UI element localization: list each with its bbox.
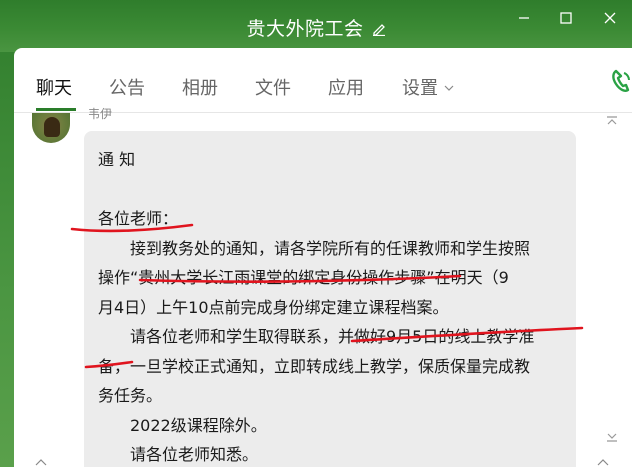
title-bar: 贵大外院工会 xyxy=(0,0,632,52)
message-text: 通 知 各位老师： 接到教务处的通知，请各学院所有的任课教师和学生按照 操作“贵… xyxy=(98,145,576,467)
chevron-up-icon[interactable] xyxy=(596,458,610,467)
message-line: 月4日）上午10点前完成身份绑定建立课程档案。 xyxy=(98,297,449,317)
maximize-icon[interactable] xyxy=(560,12,572,24)
message-line: 请各位老师和学生取得联系，并做好9月5日的线上教学准 xyxy=(130,327,535,346)
chevron-down-icon xyxy=(444,85,454,91)
tab-announcement[interactable]: 公告 xyxy=(109,74,145,100)
message-line xyxy=(98,175,576,205)
scroll-down-icon[interactable] xyxy=(606,432,618,442)
tab-files[interactable]: 文件 xyxy=(255,74,291,100)
message-line: 备，一旦学校正式通知，立即转成线上教学，保质保量完成教 xyxy=(98,356,531,376)
window-title-wrap: 贵大外院工会 xyxy=(0,14,632,41)
left-background-strip xyxy=(0,0,14,467)
window-title: 贵大外院工会 xyxy=(246,18,364,40)
close-icon[interactable] xyxy=(604,12,616,24)
chat-window: 聊天 公告 相册 文件 应用 设置 韦伊 通 知 各位老师： 接到教务处的通知，… xyxy=(14,48,632,467)
tab-bar: 聊天 公告 相册 文件 应用 设置 xyxy=(14,48,632,112)
message-line: 务任务。 xyxy=(98,386,163,405)
tab-apps[interactable]: 应用 xyxy=(328,74,364,100)
pencil-icon[interactable] xyxy=(372,22,386,36)
chevron-up-icon[interactable] xyxy=(34,458,48,467)
tab-settings[interactable]: 设置 xyxy=(402,74,454,100)
tab-settings-label: 设置 xyxy=(402,78,438,99)
message-line: 通 知 xyxy=(98,150,136,169)
tab-album[interactable]: 相册 xyxy=(182,74,218,100)
phone-icon[interactable] xyxy=(610,68,632,94)
message-line: 请各位老师知悉。 xyxy=(130,445,259,464)
minimize-icon[interactable] xyxy=(518,12,530,24)
message-bubble[interactable]: 通 知 各位老师： 接到教务处的通知，请各学院所有的任课教师和学生按照 操作“贵… xyxy=(84,131,576,467)
message-line: 各位老师： xyxy=(98,209,179,228)
scroll-up-icon[interactable] xyxy=(606,116,618,126)
message-line: 操作“贵州大学长江雨课堂的绑定身份操作步骤”在明天（9 xyxy=(98,268,509,287)
avatar[interactable] xyxy=(32,113,70,143)
message-line: 2022级课程除外。 xyxy=(130,415,267,435)
active-tab-indicator xyxy=(36,108,76,111)
sender-name: 韦伊 xyxy=(88,107,113,121)
message-line: 接到教务处的通知，请各学院所有的任课教师和学生按照 xyxy=(130,238,531,258)
tab-chat[interactable]: 聊天 xyxy=(36,74,72,100)
message-list[interactable]: 韦伊 通 知 各位老师： 接到教务处的通知，请各学院所有的任课教师和学生按照 操… xyxy=(14,107,632,467)
